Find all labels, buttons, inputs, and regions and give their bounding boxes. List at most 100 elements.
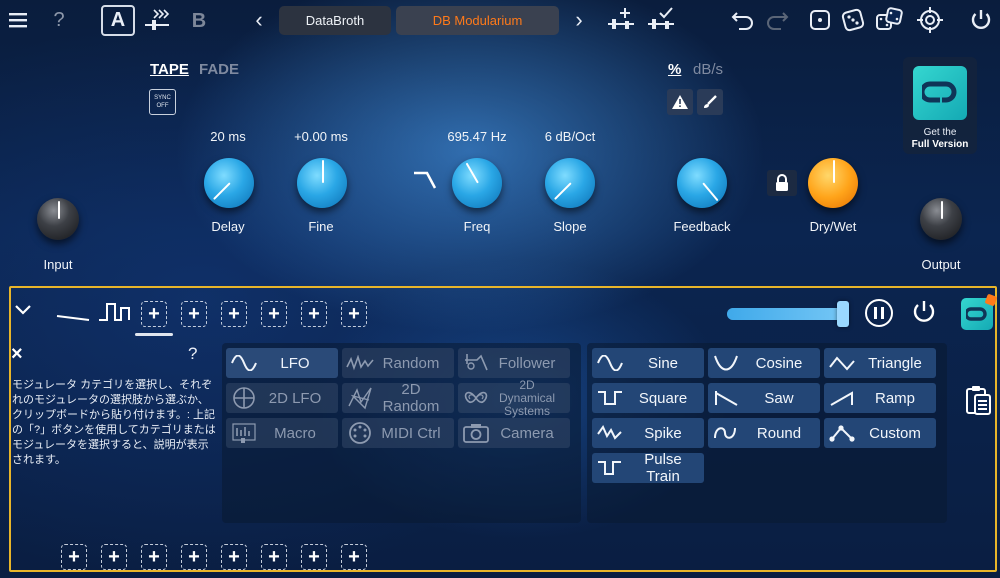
2d-random-icon: [344, 386, 376, 410]
add-modulator-slot-1[interactable]: +: [141, 301, 167, 327]
category-label: Macro: [274, 424, 316, 442]
highpass-filter-icon[interactable]: [413, 170, 437, 190]
shape-ramp[interactable]: Ramp: [824, 383, 936, 413]
sync-label: SYNC: [154, 95, 171, 101]
pro-logo-icon[interactable]: [961, 293, 998, 330]
shape-sine[interactable]: Sine: [592, 348, 704, 378]
shape-triangle[interactable]: Triangle: [824, 348, 936, 378]
menu-icon[interactable]: [8, 10, 28, 30]
add-modulation-target-6[interactable]: +: [261, 544, 287, 570]
add-modulation-target-2[interactable]: +: [101, 544, 127, 570]
shape-spike[interactable]: Spike: [592, 418, 704, 448]
warning-icon[interactable]: [667, 89, 693, 115]
pulse-modulator-icon[interactable]: [97, 300, 133, 324]
slope-knob[interactable]: [545, 158, 595, 208]
add-modulator-slot-2[interactable]: +: [181, 301, 207, 327]
feedback-knob[interactable]: [677, 158, 727, 208]
round-icon: [708, 424, 744, 442]
slope-label: Slope: [553, 219, 587, 234]
category-midi-ctrl[interactable]: MIDI Ctrl: [342, 418, 454, 448]
add-modulator-slot-4[interactable]: +: [261, 301, 287, 327]
category-label: Random: [382, 354, 440, 372]
shape-label: Triangle: [868, 354, 922, 372]
category-label: Camera: [500, 424, 554, 442]
shape-cosine[interactable]: Cosine: [708, 348, 820, 378]
modulation-depth-thumb[interactable]: [836, 301, 849, 327]
randomize-one-icon[interactable]: [808, 8, 832, 32]
category-camera[interactable]: Camera: [458, 418, 570, 448]
add-modulator-slot-3[interactable]: +: [221, 301, 247, 327]
fine-knob[interactable]: [297, 158, 347, 208]
tape-mode-label[interactable]: TAPE: [150, 61, 189, 78]
preset-tab-databroth[interactable]: DataBroth: [279, 6, 391, 35]
add-modulation-target-4[interactable]: +: [181, 544, 207, 570]
add-preset-icon[interactable]: [606, 6, 636, 34]
category-2d-lfo[interactable]: 2D LFO: [226, 383, 338, 413]
square-wave-icon: [592, 389, 628, 407]
modulation-depth-fill: [727, 308, 843, 320]
target-icon[interactable]: [916, 6, 944, 34]
get-full-version-promo[interactable]: Get the Full Version: [903, 57, 977, 154]
shape-custom[interactable]: Custom: [824, 418, 936, 448]
category-random[interactable]: Random: [342, 348, 454, 378]
modulation-power-icon[interactable]: [911, 299, 939, 327]
paste-clipboard-icon[interactable]: [964, 384, 994, 418]
category-label: 2D Dynamical Systems: [498, 377, 555, 418]
shape-pulse-train[interactable]: Pulse Train: [592, 451, 704, 485]
shape-square[interactable]: Square: [592, 383, 704, 413]
fade-mode-label[interactable]: FADE: [199, 61, 239, 78]
delay-knob[interactable]: [204, 158, 254, 208]
shape-label: Sine: [647, 354, 679, 372]
save-preset-icon[interactable]: [646, 6, 676, 34]
category-label: MIDI Ctrl: [381, 424, 441, 442]
flat-modulator-icon[interactable]: [55, 306, 91, 322]
add-modulation-target-8[interactable]: +: [341, 544, 367, 570]
category-follower[interactable]: Follower: [458, 348, 570, 378]
percent-unit-toggle[interactable]: %: [668, 61, 681, 78]
chevron-left-icon[interactable]: ‹: [250, 7, 268, 32]
redo-icon[interactable]: [764, 8, 790, 32]
app-logo-icon: [913, 66, 967, 120]
fine-value: +0.00 ms: [294, 129, 348, 144]
pause-button[interactable]: [865, 299, 893, 327]
freq-value: 695.47 Hz: [447, 129, 507, 144]
add-modulation-target-7[interactable]: +: [301, 544, 327, 570]
db-per-second-unit-toggle[interactable]: dB/s: [693, 61, 723, 78]
output-knob[interactable]: [920, 198, 962, 240]
modulation-panel: + + + + + + × ? モジュレータ カテゴリを選択し、それぞれのモジュ…: [9, 286, 998, 572]
category-2d-random[interactable]: 2D Random: [342, 381, 454, 415]
shape-round[interactable]: Round: [708, 418, 820, 448]
copy-a-to-b-icon[interactable]: [144, 6, 172, 34]
chevron-right-icon[interactable]: ›: [570, 7, 588, 32]
close-icon[interactable]: ×: [11, 343, 27, 366]
dry-wet-knob[interactable]: [808, 158, 858, 208]
preset-a-button[interactable]: A: [101, 5, 135, 36]
custom-icon: [824, 424, 860, 442]
collapse-chevron-icon[interactable]: [14, 304, 34, 320]
add-modulator-slot-5[interactable]: +: [301, 301, 327, 327]
brush-icon[interactable]: [697, 89, 723, 115]
input-knob[interactable]: [37, 198, 79, 240]
freq-knob[interactable]: [452, 158, 502, 208]
add-modulator-slot-6[interactable]: +: [341, 301, 367, 327]
randomize-dice-icon[interactable]: [840, 7, 866, 33]
add-modulation-target-1[interactable]: +: [61, 544, 87, 570]
modulator-help-button[interactable]: ?: [188, 344, 197, 364]
power-icon[interactable]: [968, 7, 994, 33]
randomize-all-dice-icon[interactable]: [874, 6, 904, 34]
preset-tab-db-modularium[interactable]: DB Modularium: [396, 6, 559, 35]
modulation-depth-slider[interactable]: [727, 301, 849, 327]
preset-b-button[interactable]: B: [188, 8, 210, 34]
add-modulation-target-3[interactable]: +: [141, 544, 167, 570]
feedback-label: Feedback: [673, 219, 731, 234]
undo-icon[interactable]: [730, 8, 756, 32]
sync-toggle[interactable]: SYNC OFF: [149, 89, 176, 115]
triangle-icon: [824, 355, 860, 371]
lock-icon[interactable]: [767, 170, 797, 196]
shape-saw[interactable]: Saw: [708, 383, 820, 413]
category-2d-dynamical-systems[interactable]: 2D Dynamical Systems: [458, 378, 570, 417]
category-lfo[interactable]: LFO: [226, 348, 338, 378]
help-button[interactable]: ?: [50, 8, 68, 32]
add-modulation-target-5[interactable]: +: [221, 544, 247, 570]
category-macro[interactable]: Macro: [226, 418, 338, 448]
